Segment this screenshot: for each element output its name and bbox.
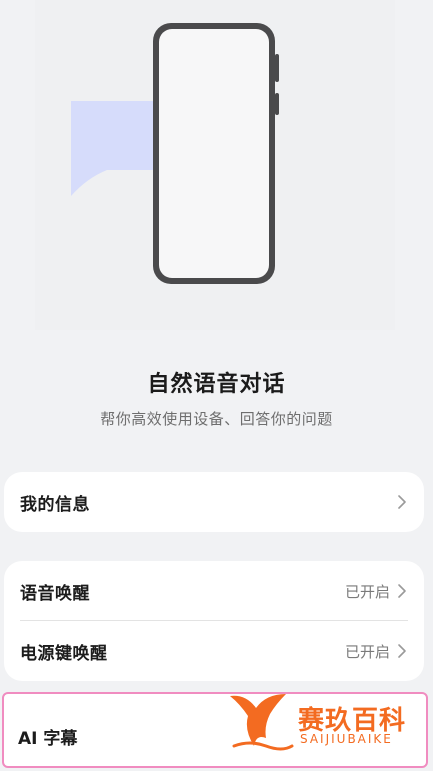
page-title: 自然语音对话	[147, 372, 286, 397]
chevron-right-icon	[398, 495, 406, 509]
voice-wake-status: 已开启	[344, 582, 390, 601]
chevron-right-icon	[398, 644, 406, 658]
my-info-label: 我的信息	[20, 494, 90, 515]
my-info-card: 我的信息	[4, 472, 424, 532]
settings-page: 自然语音对话 帮你高效使用设备、回答你的问题 我的信息 语音唤醒 已开启 电源键…	[0, 0, 433, 771]
chevron-right-icon	[398, 584, 406, 598]
watermark-en: SAIJIUBAIKE	[300, 732, 393, 746]
my-info-row[interactable]: 我的信息	[4, 472, 424, 532]
illustration-svg	[71, 23, 279, 284]
phone-icon	[153, 23, 279, 284]
wake-settings-card: 语音唤醒 已开启 电源键唤醒 已开启	[4, 561, 424, 681]
watermark: 赛玖百科 SAIJIUBAIKE	[226, 690, 426, 754]
hero-illustration	[35, 0, 395, 330]
power-wake-status: 已开启	[344, 642, 390, 661]
ai-subtitle-label: AI 字幕	[18, 729, 78, 749]
row-right	[396, 494, 408, 510]
row-right: 已开启	[345, 641, 408, 662]
whale-tail-logo-icon	[230, 694, 294, 751]
row-right: 已开启	[345, 581, 408, 602]
power-wake-label: 电源键唤醒	[20, 643, 108, 664]
voice-wake-label: 语音唤醒	[20, 583, 90, 604]
voice-wake-row[interactable]: 语音唤醒 已开启	[4, 561, 424, 621]
page-subtitle: 帮你高效使用设备、回答你的问题	[100, 410, 333, 428]
power-wake-row[interactable]: 电源键唤醒 已开启	[4, 621, 424, 681]
